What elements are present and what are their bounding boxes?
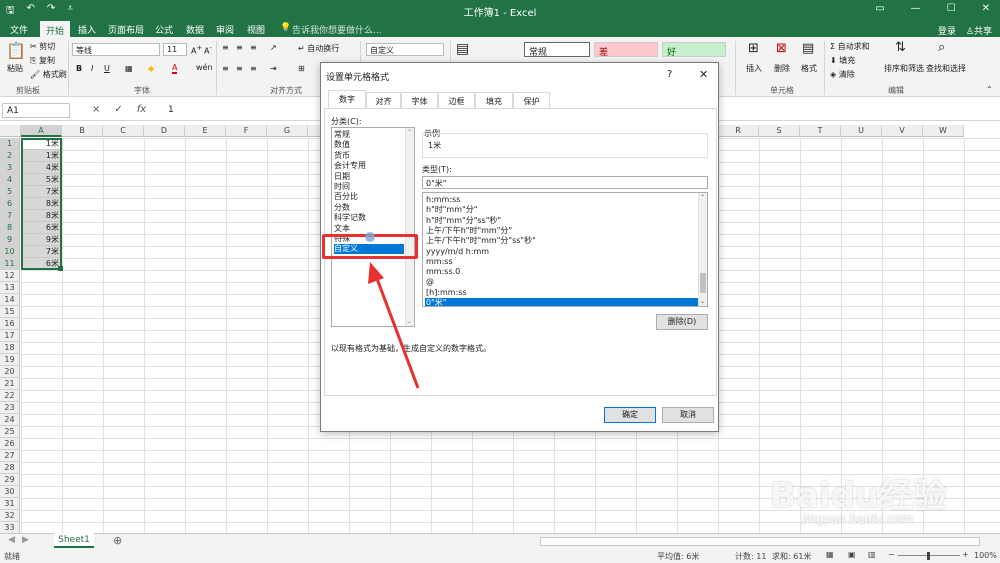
cursor-indicator: [365, 232, 375, 242]
baidu-watermark-url: jingyan.baidu.com: [802, 512, 913, 526]
baidu-watermark-logo: Baidu经验: [770, 476, 948, 516]
